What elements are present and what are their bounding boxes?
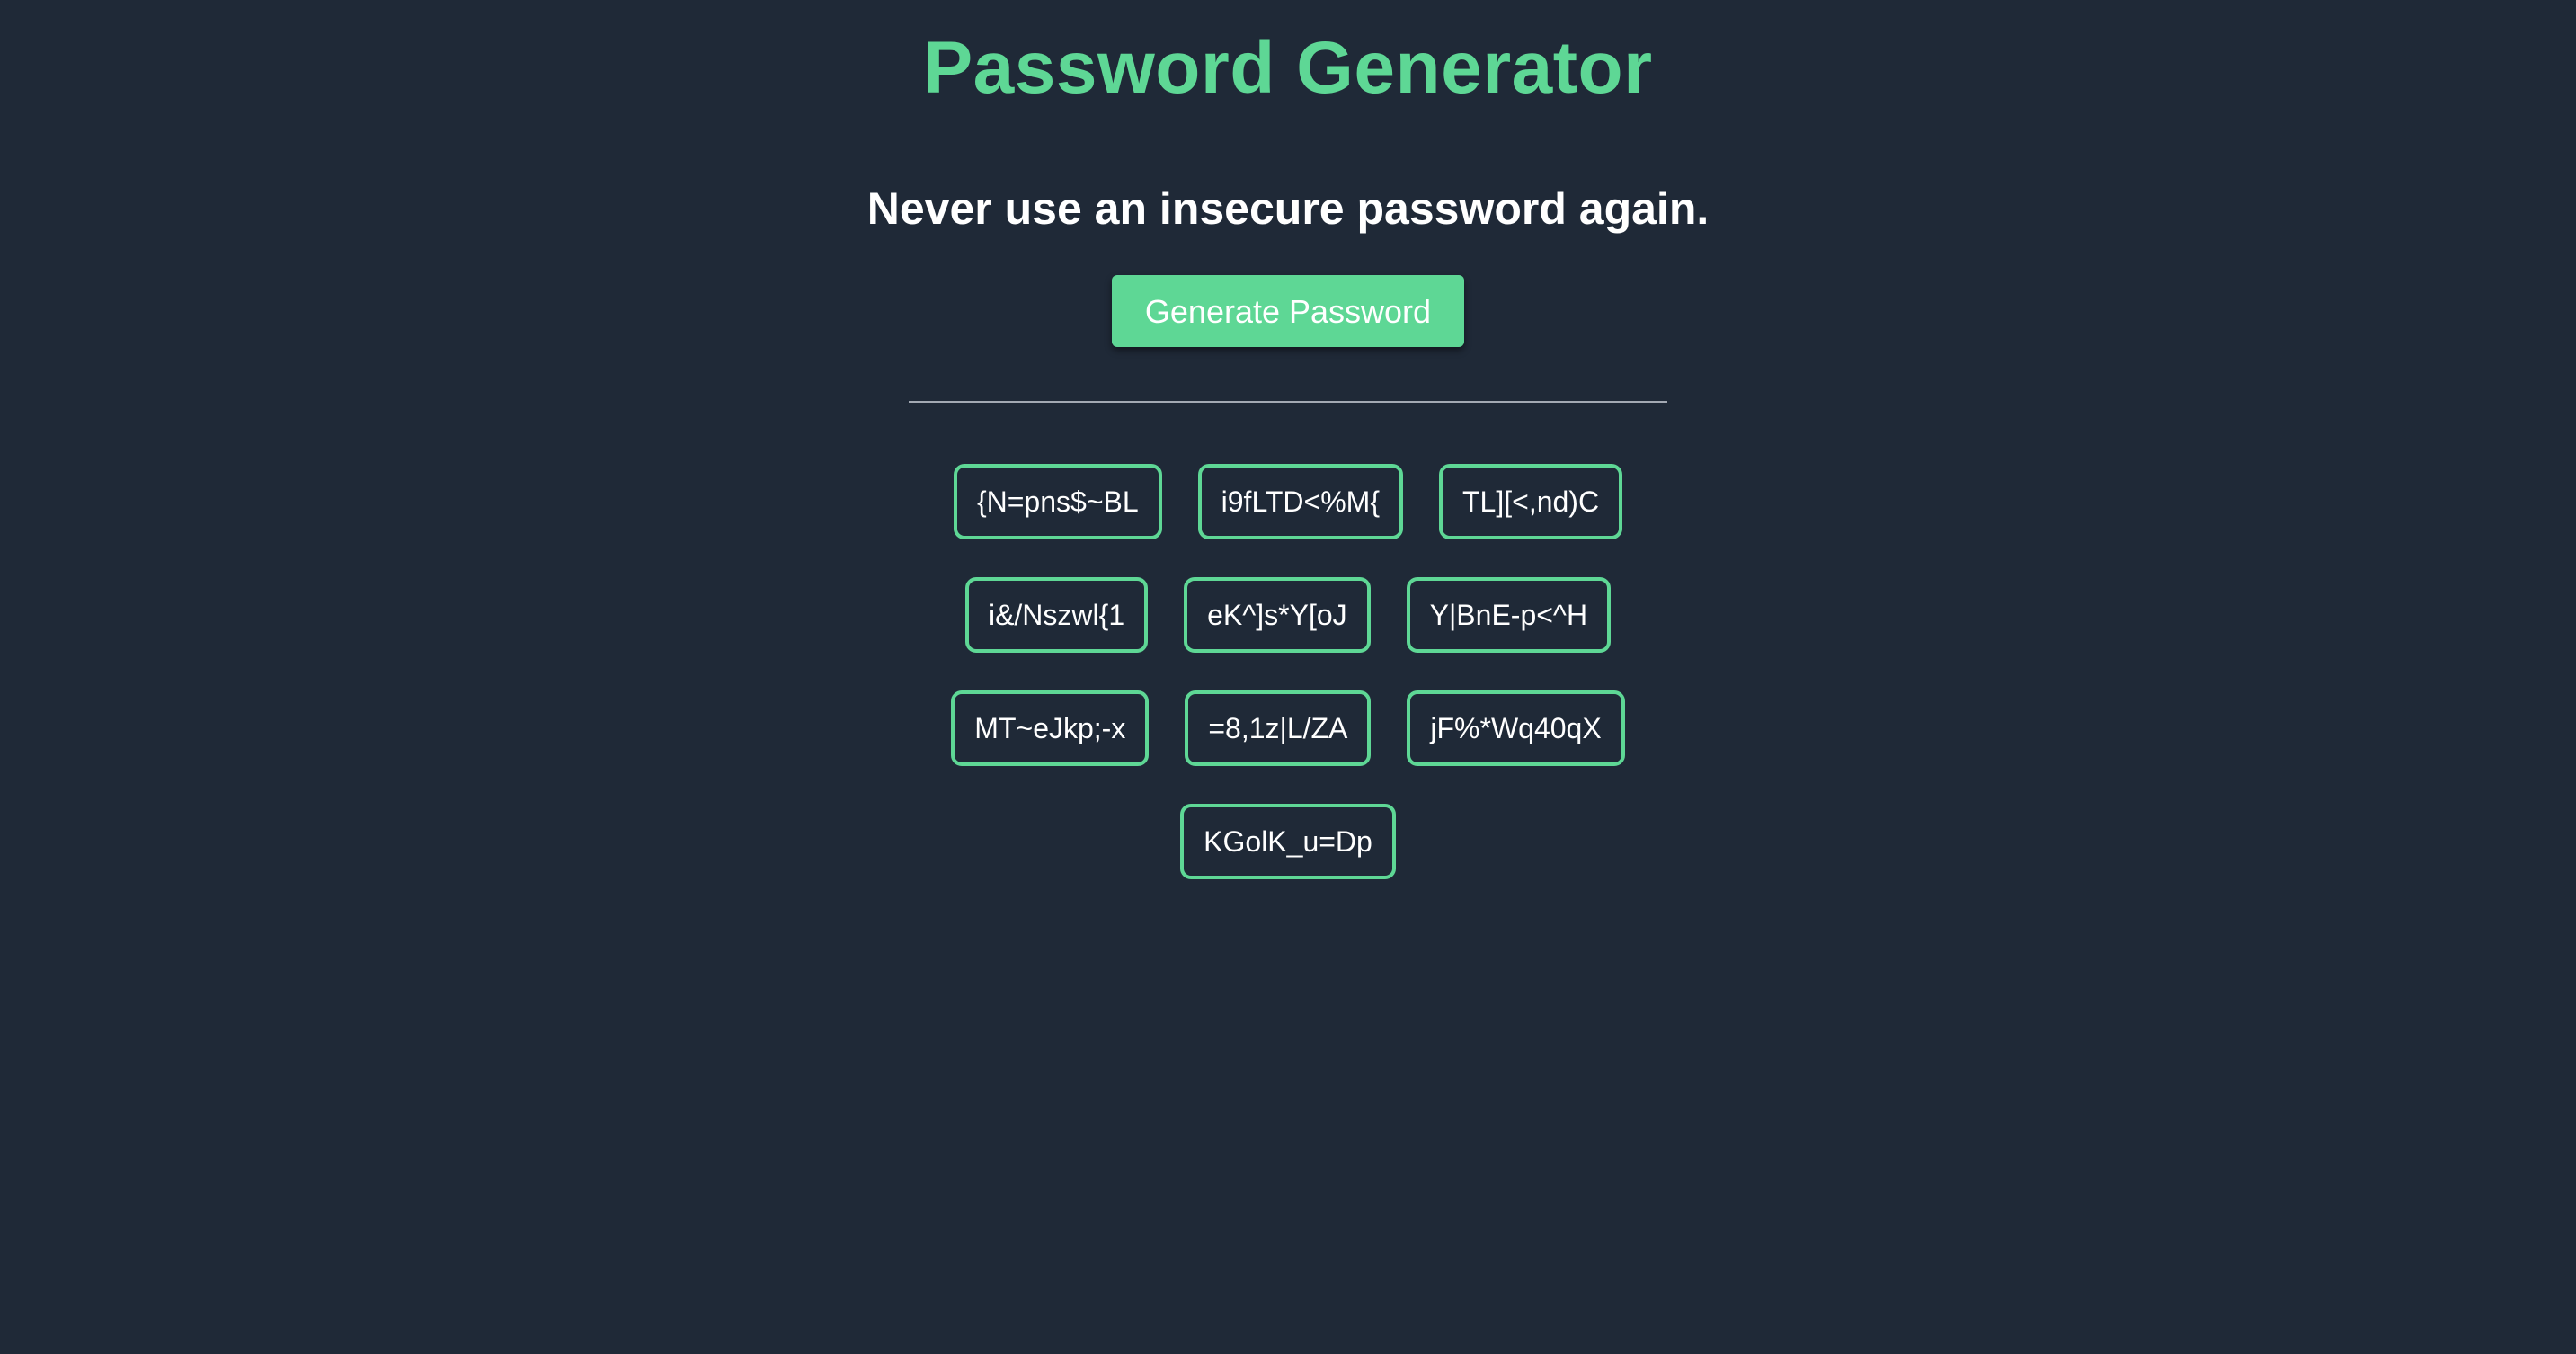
tagline: Never use an insecure password again.	[866, 183, 1710, 234]
password-chip[interactable]: i9fLTD<%M{	[1197, 464, 1403, 539]
divider	[909, 401, 1667, 403]
password-chip[interactable]: eK^]s*Y[oJ	[1184, 577, 1371, 653]
generate-password-button[interactable]: Generate Password	[1112, 275, 1464, 347]
password-chip[interactable]: =8,1z|L/ZA	[1185, 690, 1372, 766]
password-chip[interactable]: KGolK_u=Dp	[1180, 804, 1396, 879]
password-chip[interactable]: {N=pns$~BL	[953, 464, 1162, 539]
password-chip[interactable]: jF%*Wq40qX	[1407, 690, 1625, 766]
password-chip[interactable]: TL][<,nd)C	[1439, 464, 1623, 539]
app-container: Password Generator Never use an insecure…	[0, 0, 2576, 1354]
page-title: Password Generator	[923, 27, 1653, 109]
password-list: {N=pns$~BL i9fLTD<%M{ TL][<,nd)C i&/Nszw…	[884, 464, 1692, 879]
password-chip[interactable]: Y|BnE-p<^H	[1406, 577, 1612, 653]
password-chip[interactable]: i&/Nszwl{1	[964, 577, 1149, 653]
password-chip[interactable]: MT~eJkp;-x	[951, 690, 1150, 766]
